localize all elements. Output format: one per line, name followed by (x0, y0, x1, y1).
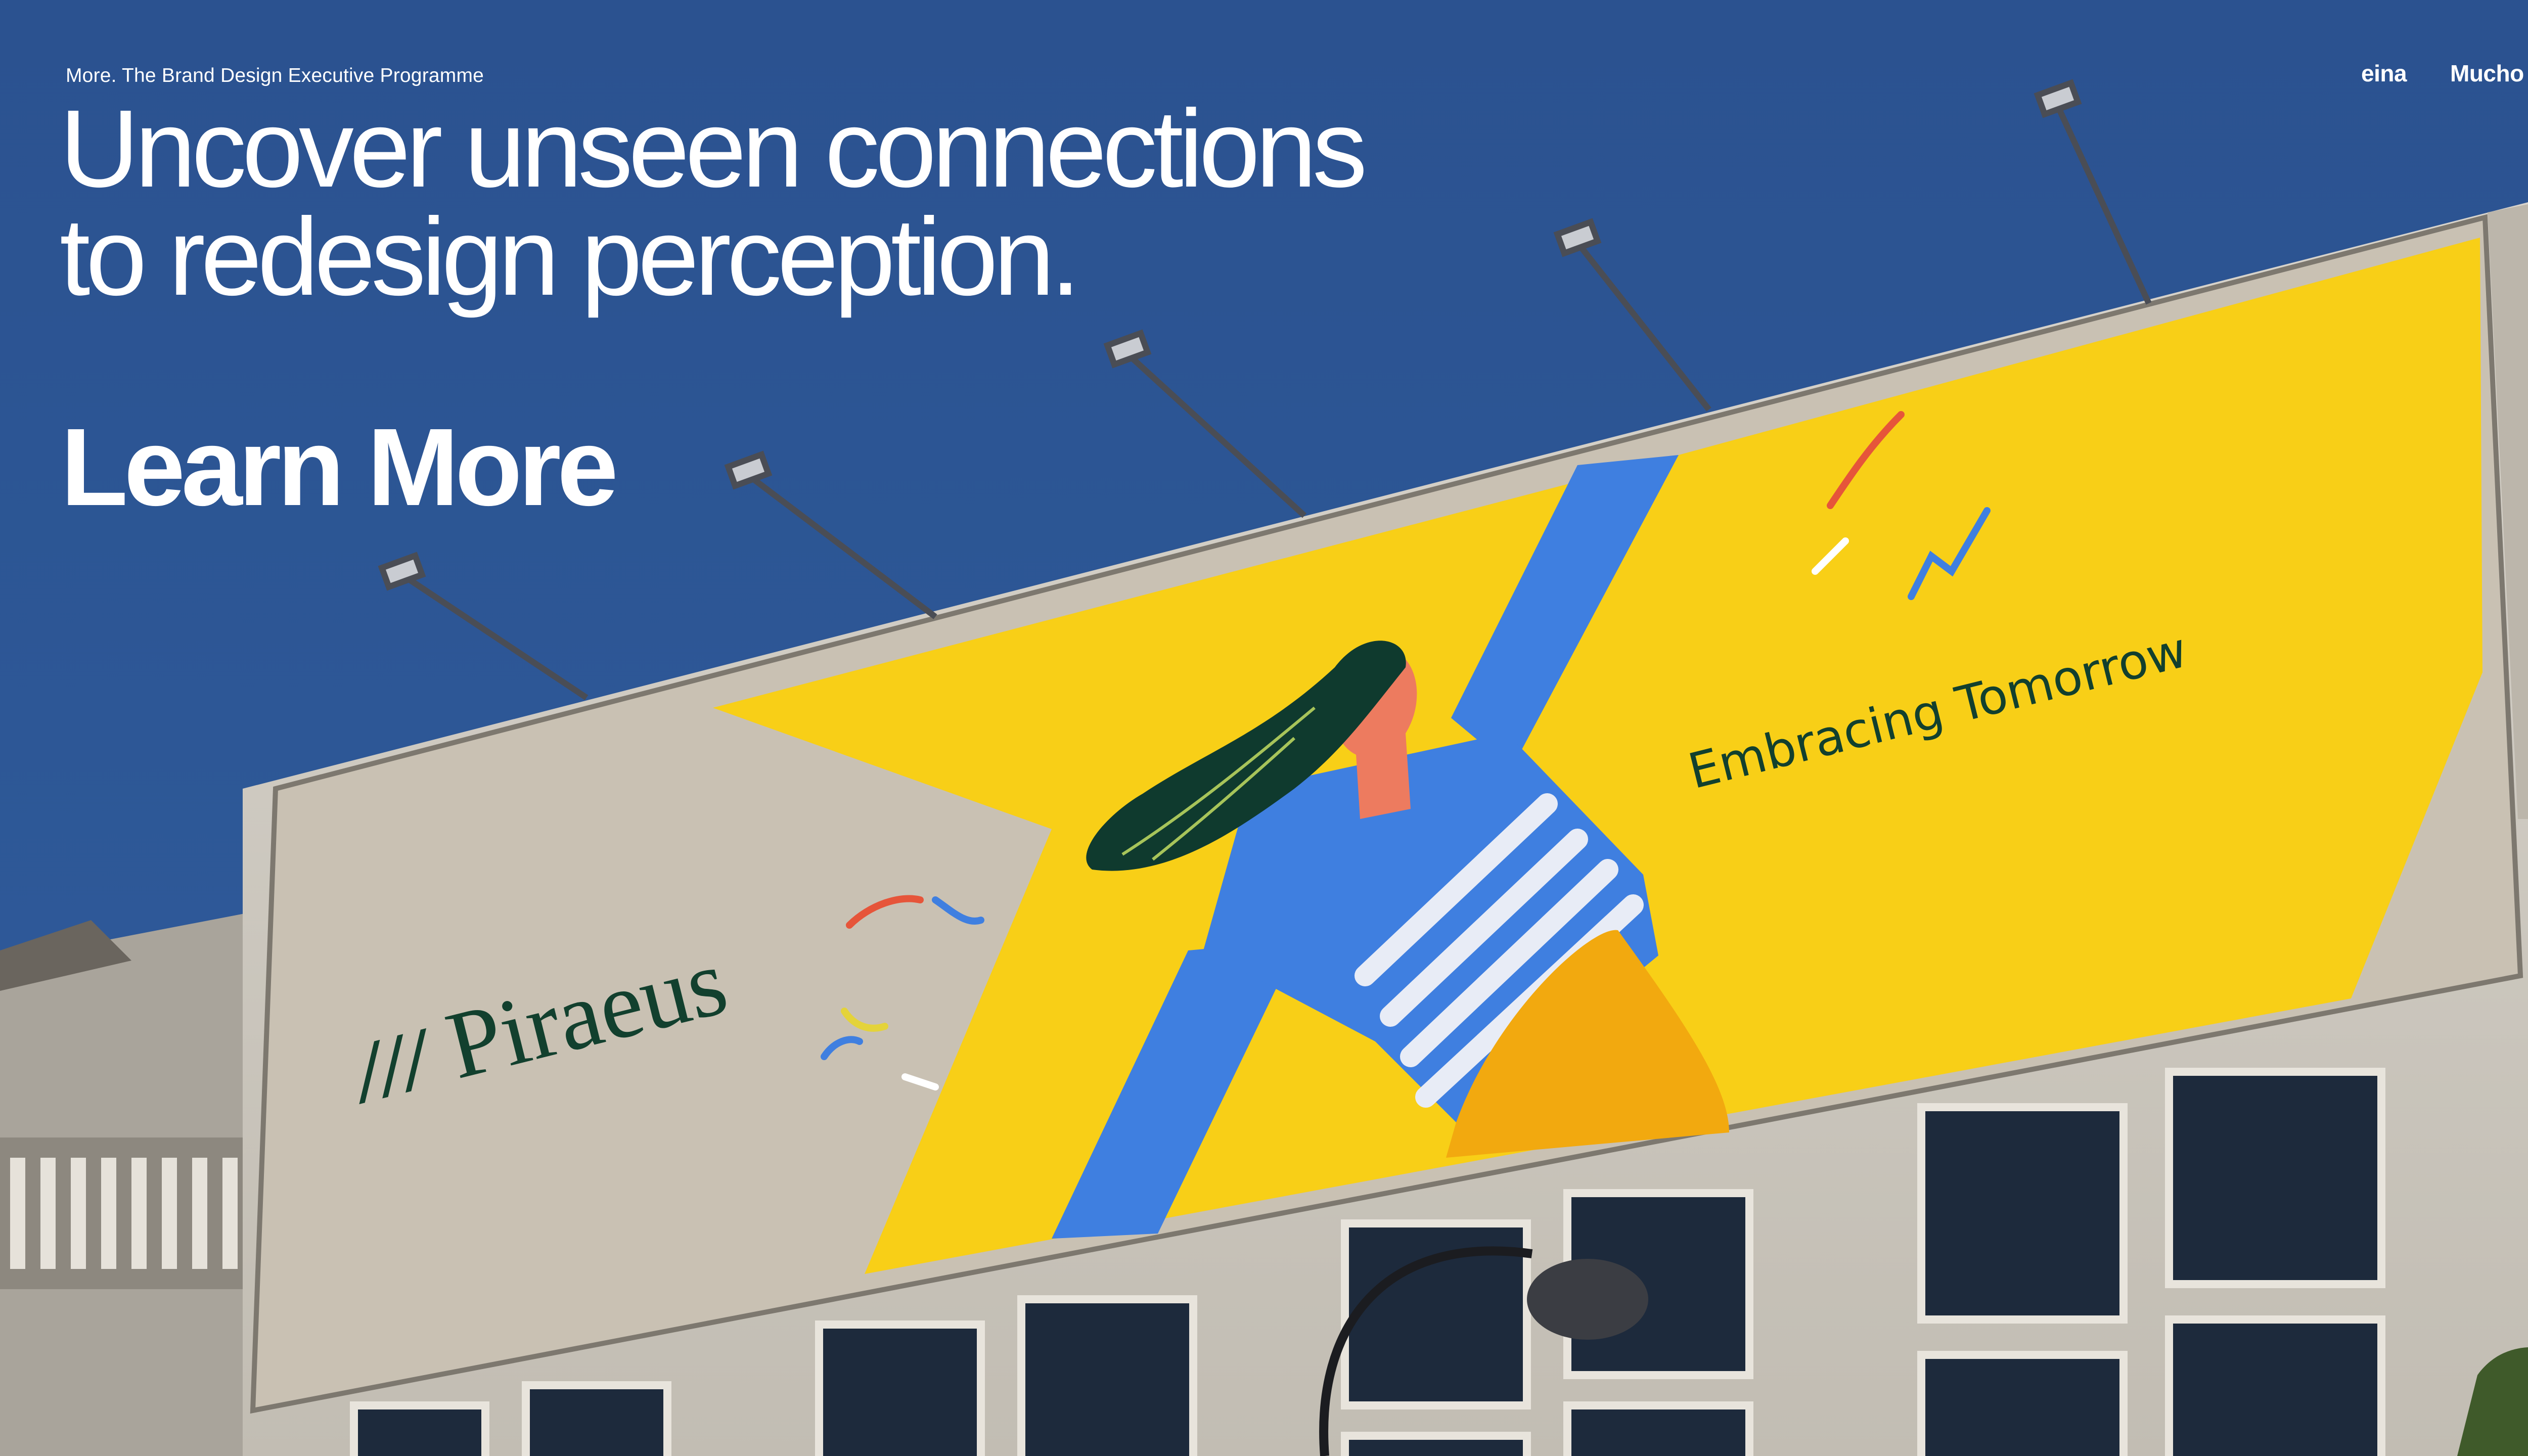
learn-more-link[interactable]: Learn More (61, 410, 618, 526)
page: /// Piraeus Embracing Tomorrow More. The… (0, 0, 2528, 1456)
mucho-logo[interactable]: Mucho (2450, 60, 2524, 87)
figure-neck (1355, 733, 1411, 819)
eina-logo[interactable]: eina (2361, 60, 2407, 87)
hero-background-image: /// Piraeus Embracing Tomorrow (0, 0, 2528, 1456)
